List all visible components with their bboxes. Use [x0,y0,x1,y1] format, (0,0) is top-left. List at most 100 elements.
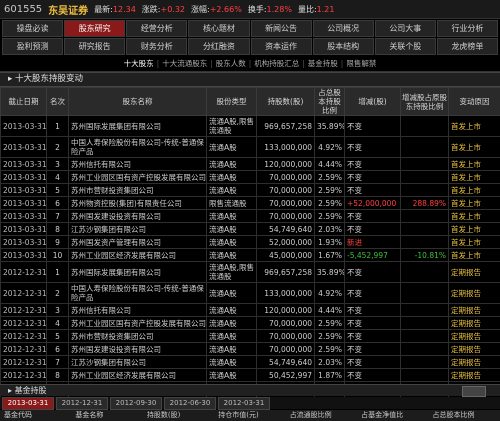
separator: | [302,59,305,68]
subnav-link[interactable]: 机构持股汇总 [254,58,299,69]
nav-tab[interactable]: 公司概况 [312,20,374,37]
table-row[interactable]: 2013-03-31 9 苏州国发资产管理有限公司 流通A股 52,000,000 1.9… [0,235,500,249]
holder-name-cell: 苏州市营财投资集团公司 [68,329,207,343]
change-ratio-cell [400,209,449,223]
subnav-link[interactable]: 股东人数 [216,58,246,69]
table-row[interactable]: 2013-03-31 3 苏州信托有限公司 流通A股 120,000,000 4.44% 不… [0,157,500,171]
quote-field: 换手:1.28% [248,4,292,15]
nav-tab[interactable]: 行业分析 [436,20,498,37]
nav-tab[interactable]: 盈利预测 [2,38,64,55]
holder-name-cell: 中国人寿保险股份有限公司-传统-普通保险产品 [68,282,207,304]
fund-column-header: 基金代码 [4,411,32,419]
fund-column-header: 占基金净值比 [361,411,404,419]
date-cell: 2013-03-31 [0,170,47,184]
expand-icon[interactable]: ▸ [8,74,15,84]
table-row[interactable]: 2013-03-31 8 江苏沙钢集团有限公司 流通A股 54,749,640 2.03%… [0,222,500,236]
change-ratio-cell [400,316,449,330]
ratio-cell: 4.92% [314,282,345,304]
period-tab[interactable]: 2013-03-31 [2,397,54,410]
share-type-cell: 流通A股 [206,170,257,184]
change-ratio-cell [400,170,449,184]
nav-tab[interactable]: 关联个股 [374,38,436,55]
share-type-cell: 流通A股,限售流通股 [206,115,257,137]
reason-cell: 首发上市 [448,170,500,184]
change-ratio-cell [400,355,449,369]
shares-cell: 54,749,640 [256,222,315,236]
fund-column-header: 占流通股比例 [289,411,332,419]
holder-name-cell: 中国人寿保险股份有限公司-传统-普通保险产品 [68,136,207,158]
subnav-link[interactable]: 十大股东 [124,58,154,69]
table-row[interactable]: 2012-12-31 1 苏州国际发展集团有限公司 流通A股,限售流通股 969,657… [0,261,500,283]
subnav-link[interactable]: 限售解禁 [346,58,376,69]
nav-tab[interactable]: 新闻公告 [250,20,312,37]
shares-cell: 70,000,000 [256,196,315,210]
nav-tab[interactable]: 龙虎榜单 [436,38,498,55]
column-header: 名次 [46,87,69,116]
change-cell: 不变 [344,355,401,369]
change-cell: 不变 [344,115,401,137]
table-row[interactable]: 2012-12-31 4 苏州工业园区国有资产控股发展有限公司 流通A股 70,000,… [0,316,500,330]
nav-tab[interactable]: 操盘必读 [2,20,64,37]
change-ratio-cell [400,282,449,304]
holder-name-cell: 苏州物资控股(集团)有限责任公司 [68,196,207,210]
table-row[interactable]: 2013-03-31 10 苏州工业园区经济发展有限公司 流通A股 45,000,000… [0,248,500,262]
subnav-link[interactable]: 十大流通股东 [162,58,207,69]
holder-name-cell: 江苏沙钢集团有限公司 [68,355,207,369]
share-type-cell: 流通A股 [206,282,257,304]
change-ratio-cell [400,329,449,343]
period-tab[interactable]: 2012-06-30 [164,397,216,410]
nav-tab[interactable]: 公司大事 [374,20,436,37]
column-header: 增减(股) [344,87,401,116]
nav-tab[interactable]: 财务分析 [126,38,188,55]
reason-cell: 定期报告 [448,329,500,343]
table-row[interactable]: 2013-03-31 2 中国人寿保险股份有限公司-传统-普通保险产品 流通A股 133… [0,136,500,158]
nav-tab[interactable]: 股本结构 [312,38,374,55]
quote-field: 最新:12.34 [94,4,136,15]
period-tab[interactable]: 2012-03-31 [218,397,270,410]
rank-cell: 6 [46,342,69,356]
nav-tab[interactable]: 资本运作 [250,38,312,55]
period-tab[interactable]: 2012-12-31 [56,397,108,410]
share-type-cell: 流通A股 [206,136,257,158]
table-row[interactable]: 2012-12-31 7 江苏沙钢集团有限公司 流通A股 54,749,640 2.03%… [0,355,500,369]
quote-field: 涨幅:+2.66% [191,4,242,15]
scroll-handle[interactable] [462,386,486,397]
table-row[interactable]: 2012-12-31 2 中国人寿保险股份有限公司-传统-普通保险产品 流通A股 133… [0,282,500,304]
share-type-cell: 流通A股 [206,222,257,236]
change-ratio-cell [400,342,449,356]
rank-cell: 2 [46,282,69,304]
reason-cell: 定期报告 [448,368,500,382]
shares-cell: 70,000,000 [256,170,315,184]
table-row[interactable]: 2012-12-31 8 苏州工业园区经济发展有限公司 流通A股 50,452,997 1… [0,368,500,382]
nav-tab[interactable]: 核心题材 [188,20,250,37]
table-row[interactable]: 2013-03-31 1 苏州国际发展集团有限公司 流通A股,限售流通股 969,657… [0,115,500,137]
table-row[interactable]: 2013-03-31 4 苏州工业园区国有资产控股发展有限公司 流通A股 70,000,… [0,170,500,184]
period-tab[interactable]: 2012-09-30 [110,397,162,410]
column-header: 股东名称 [68,87,207,116]
stock-name[interactable]: 东吴证券 [48,2,88,17]
table-row[interactable]: 2012-12-31 5 苏州市营财投资集团公司 流通A股 70,000,000 2.59… [0,329,500,343]
table-row[interactable]: 2013-03-31 5 苏州市营财投资集团公司 流通A股 70,000,000 2.59… [0,183,500,197]
nav-tab[interactable]: 经营分析 [126,20,188,37]
change-cell: 不变 [344,209,401,223]
nav-tab[interactable]: 股东研究 [64,20,126,37]
table-row[interactable]: 2013-03-31 6 苏州物资控股(集团)有限责任公司 限售流通股 70,000,0… [0,196,500,210]
ratio-cell: 2.59% [314,329,345,343]
change-ratio-cell [400,222,449,236]
column-header: 股份类型 [206,87,257,116]
table-row[interactable]: 2013-03-31 7 苏州国发建设投资有限公司 流通A股 70,000,000 2.5… [0,209,500,223]
reason-cell: 首发上市 [448,209,500,223]
table-row[interactable]: 2012-12-31 6 苏州国发建设投资有限公司 流通A股 70,000,000 2.5… [0,342,500,356]
date-cell: 2013-03-31 [0,183,47,197]
rank-cell: 3 [46,303,69,317]
ratio-cell: 2.59% [314,170,345,184]
date-cell: 2012-12-31 [0,303,47,317]
reason-cell: 首发上市 [448,248,500,262]
shares-cell: 70,000,000 [256,209,315,223]
nav-tab[interactable]: 分红融资 [188,38,250,55]
table-row[interactable]: 2012-12-31 3 苏州信托有限公司 流通A股 120,000,000 4.44% 不… [0,303,500,317]
ratio-cell: 2.59% [314,196,345,210]
nav-tab[interactable]: 研究报告 [64,38,126,55]
quote-field: 量比:1.21 [298,4,335,15]
subnav-link[interactable]: 基金持股 [308,58,338,69]
